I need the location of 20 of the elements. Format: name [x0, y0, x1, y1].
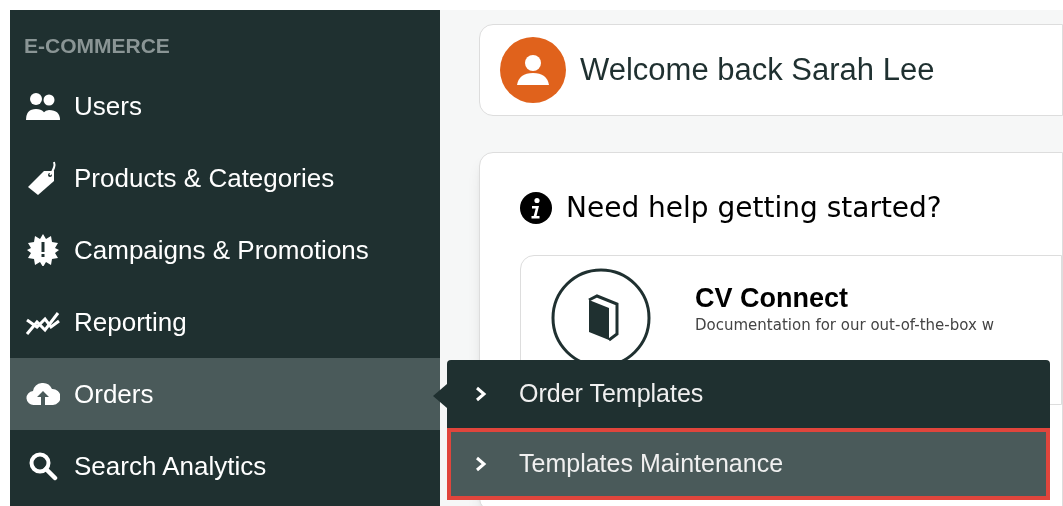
- chevron-right-icon: [475, 456, 487, 472]
- cloud-upload-icon: [26, 381, 60, 407]
- help-title: Need help getting started?: [566, 190, 942, 226]
- search-icon: [28, 451, 58, 481]
- sidebar-section-title: E-COMMERCE: [23, 33, 171, 59]
- sidebar-item[interactable]: Search Analytics: [10, 430, 440, 502]
- sidebar-item[interactable]: Products & Categories: [10, 142, 440, 214]
- submenu-item[interactable]: Templates Maintenance: [447, 428, 1050, 500]
- info-icon: [520, 192, 552, 224]
- resource-description: Documentation for our out-of-the-box w: [695, 315, 994, 335]
- users-icon: [26, 91, 60, 121]
- welcome-text: Welcome back Sarah Lee: [580, 50, 935, 89]
- resource-title: CV Connect: [695, 282, 849, 315]
- chevron-right-icon: [475, 386, 487, 402]
- sidebar-item[interactable]: Reporting: [10, 286, 440, 358]
- sidebar-item[interactable]: Campaigns & Promotions: [10, 214, 440, 286]
- badge-icon: [27, 234, 59, 266]
- sidebar-item[interactable]: Users: [10, 70, 440, 142]
- avatar-icon: [500, 37, 566, 103]
- sidebar-item[interactable]: Orders: [10, 358, 440, 430]
